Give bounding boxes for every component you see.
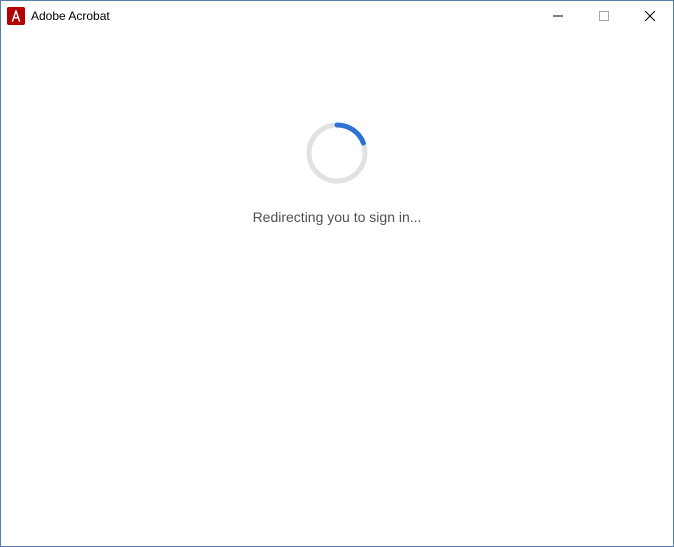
- content-area: Redirecting you to sign in...: [1, 31, 673, 546]
- app-window: Adobe Acrobat: [0, 0, 674, 547]
- minimize-icon: [553, 11, 563, 21]
- maximize-icon: [599, 11, 609, 21]
- acrobat-icon: [7, 7, 25, 25]
- spinner-icon: [305, 121, 369, 185]
- minimize-button[interactable]: [535, 1, 581, 31]
- titlebar: Adobe Acrobat: [1, 1, 673, 31]
- close-button[interactable]: [627, 1, 673, 31]
- window-controls: [535, 1, 673, 31]
- status-text: Redirecting you to sign in...: [253, 209, 422, 225]
- close-icon: [645, 11, 655, 21]
- titlebar-left: Adobe Acrobat: [1, 7, 110, 25]
- window-title: Adobe Acrobat: [31, 9, 110, 23]
- loading-spinner: [305, 121, 369, 185]
- maximize-button: [581, 1, 627, 31]
